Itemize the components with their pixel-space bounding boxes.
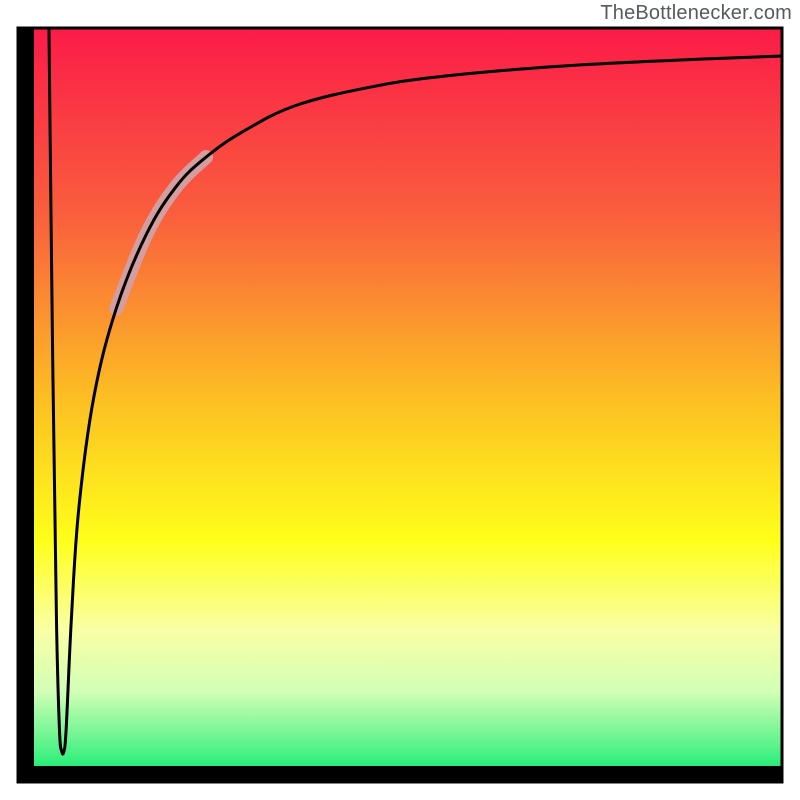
chart-gradient-bg — [18, 28, 782, 782]
x-axis-bar — [18, 766, 782, 782]
chart-svg — [0, 0, 800, 800]
bottleneck-chart — [0, 0, 800, 800]
attribution-text: TheBottlenecker.com — [600, 2, 792, 25]
y-axis-bar — [18, 28, 34, 782]
